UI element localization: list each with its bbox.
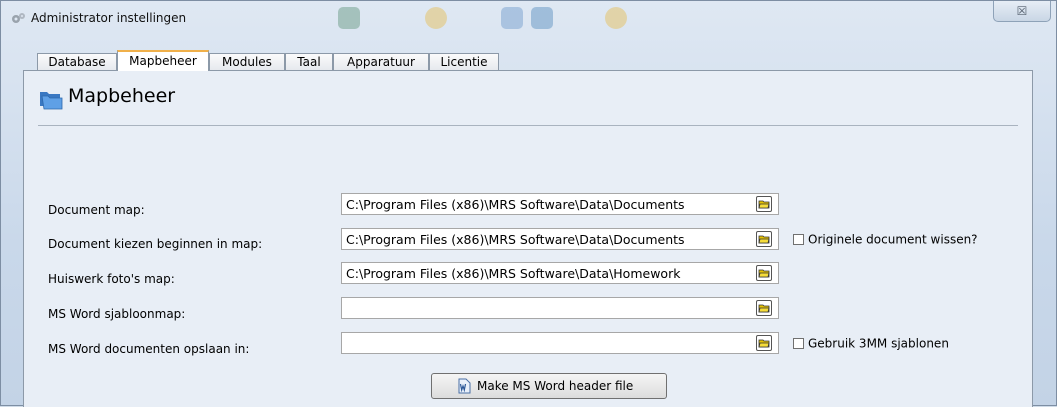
title-divider (38, 125, 1018, 126)
tab-label: Taal (297, 55, 321, 69)
tab-modules[interactable]: Modules (209, 53, 285, 70)
word-document-icon (458, 378, 471, 394)
browse-folder-button[interactable] (756, 265, 772, 281)
background-app-icon (338, 7, 360, 29)
gears-icon (12, 13, 25, 23)
tab-label: Apparatuur (347, 55, 415, 69)
window-title: Administrator instellingen (31, 11, 187, 25)
background-app-icon (531, 7, 553, 29)
mapbeheer-panel: Mapbeheer Document map: C:\Program Files… (23, 70, 1033, 407)
checkbox-box[interactable] (793, 234, 804, 245)
tab-mapbeheer[interactable]: Mapbeheer (117, 50, 209, 71)
word-template-map-input[interactable] (341, 297, 779, 319)
document-start-map-input[interactable]: C:\Program Files (x86)\MRS Software\Data… (341, 228, 779, 250)
folders-icon (40, 92, 63, 110)
open-folder-icon (758, 269, 770, 278)
word-template-map-label: MS Word sjabloonmap: (48, 307, 186, 321)
document-map-label: Document map: (48, 203, 145, 217)
open-folder-icon (758, 304, 770, 313)
field-value: C:\Program Files (x86)\MRS Software\Data… (346, 232, 685, 247)
tab-label: Licentie (440, 55, 488, 69)
field-value: C:\Program Files (x86)\MRS Software\Data… (346, 197, 685, 212)
browse-folder-button[interactable] (756, 196, 772, 212)
browse-folder-button[interactable] (756, 231, 772, 247)
background-app-icon (501, 7, 523, 29)
tab-apparatuur[interactable]: Apparatuur (333, 53, 429, 70)
browse-folder-button[interactable] (756, 300, 772, 316)
title-bar[interactable]: Administrator instellingen ☒ (1, 1, 1056, 37)
close-button[interactable]: ☒ (993, 1, 1051, 22)
tab-licentie[interactable]: Licentie (429, 53, 499, 70)
open-folder-icon (758, 339, 770, 348)
checkbox-label: Originele document wissen? (808, 232, 978, 247)
tab-taal[interactable]: Taal (285, 53, 333, 70)
field-value: C:\Program Files (x86)\MRS Software\Data… (346, 266, 681, 281)
checkbox-label: Gebruik 3MM sjablonen (808, 336, 949, 351)
make-word-header-button[interactable]: Make MS Word header file (431, 373, 667, 399)
checkbox-box[interactable] (793, 338, 804, 349)
tab-label: Mapbeheer (129, 54, 197, 68)
button-label: Make MS Word header file (477, 379, 634, 393)
tab-label: Database (48, 55, 106, 69)
word-documents-save-label: MS Word documenten opslaan in: (48, 342, 250, 356)
background-app-icon (605, 7, 627, 29)
tab-database[interactable]: Database (37, 53, 117, 70)
open-folder-icon (758, 200, 770, 209)
document-map-input[interactable]: C:\Program Files (x86)\MRS Software\Data… (341, 193, 779, 215)
word-documents-save-input[interactable] (341, 332, 779, 354)
document-start-map-label: Document kiezen beginnen in map: (48, 237, 263, 251)
background-app-icon (425, 7, 447, 29)
open-folder-icon (758, 235, 770, 244)
admin-settings-window: Administrator instellingen ☒ Database Ma… (0, 0, 1057, 407)
use-3mm-templates-checkbox[interactable]: Gebruik 3MM sjablonen (793, 336, 949, 351)
homework-photos-map-label: Huiswerk foto's map: (48, 272, 175, 286)
browse-folder-button[interactable] (756, 335, 772, 351)
homework-photos-map-input[interactable]: C:\Program Files (x86)\MRS Software\Data… (341, 262, 779, 284)
page-title: Mapbeheer (68, 85, 176, 107)
close-icon: ☒ (1016, 4, 1028, 18)
tab-label: Modules (222, 55, 272, 69)
delete-original-checkbox[interactable]: Originele document wissen? (793, 232, 978, 247)
